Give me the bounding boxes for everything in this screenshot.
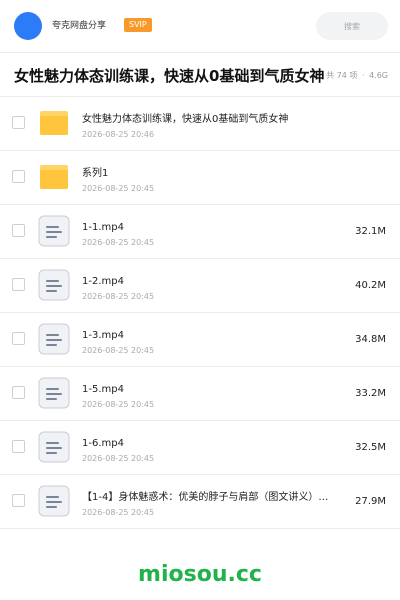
file-name: 女性魅力体态训练课，快速从0基础到气质女神 bbox=[82, 114, 289, 125]
file-name: 1-3.mp4 bbox=[82, 330, 124, 341]
file-name: 1-5.mp4 bbox=[82, 384, 124, 395]
total-size: 4.6G bbox=[369, 71, 388, 80]
folder-icon bbox=[38, 161, 70, 193]
folder-row[interactable]: 女性魅力体态训练课，快速从0基础到气质女神 2026-08-25 20:46 bbox=[0, 97, 400, 151]
row-checkbox[interactable] bbox=[12, 494, 25, 507]
file-row[interactable]: 1-1.mp4 2026-08-25 20:45 32.1M bbox=[0, 205, 400, 259]
document-icon bbox=[38, 215, 70, 247]
file-row[interactable]: 1-3.mp4 2026-08-25 20:45 34.8M bbox=[0, 313, 400, 367]
document-icon bbox=[38, 485, 70, 517]
avatar[interactable] bbox=[14, 12, 42, 40]
file-name: 1-1.mp4 bbox=[82, 222, 124, 233]
row-checkbox[interactable] bbox=[12, 116, 25, 129]
row-checkbox[interactable] bbox=[12, 278, 25, 291]
file-size: 33.2M bbox=[355, 388, 386, 399]
file-size: 34.8M bbox=[355, 334, 386, 345]
file-size: 27.9M bbox=[355, 496, 386, 507]
folder-icon bbox=[38, 107, 70, 139]
file-date: 2026-08-25 20:46 bbox=[82, 130, 155, 139]
file-date: 2026-08-25 20:45 bbox=[82, 400, 155, 409]
file-size: 40.2M bbox=[355, 280, 386, 291]
watermark: miosou.cc bbox=[138, 562, 262, 587]
document-icon bbox=[38, 269, 70, 301]
file-date: 2026-08-25 20:45 bbox=[82, 184, 155, 193]
row-checkbox[interactable] bbox=[12, 170, 25, 183]
file-name: 1-2.mp4 bbox=[82, 276, 124, 287]
folder-row[interactable]: 系列1 2026-08-25 20:45 bbox=[0, 151, 400, 205]
folder-title-bar: 女性魅力体态训练课，快速从0基础到气质女神 共 74 项 · 4.6G bbox=[0, 53, 400, 97]
file-date: 2026-08-25 20:45 bbox=[82, 454, 155, 463]
file-name: 1-6.mp4 bbox=[82, 438, 124, 449]
document-icon bbox=[38, 323, 70, 355]
share-header: 夸克网盘分享 SVIP bbox=[0, 0, 400, 52]
document-icon bbox=[38, 431, 70, 463]
file-row[interactable]: 1-6.mp4 2026-08-25 20:45 32.5M bbox=[0, 421, 400, 475]
search-input[interactable] bbox=[316, 12, 388, 40]
file-size: 32.1M bbox=[355, 226, 386, 237]
file-date: 2026-08-25 20:45 bbox=[82, 508, 155, 517]
file-row[interactable]: 【1-4】身体魅惑术：优美的脖子与肩部（图文讲义）… 2026-08-25 20:… bbox=[0, 475, 400, 529]
file-row[interactable]: 1-5.mp4 2026-08-25 20:45 33.2M bbox=[0, 367, 400, 421]
folder-stats: 共 74 项 · 4.6G bbox=[324, 70, 388, 82]
file-row[interactable]: 1-2.mp4 2026-08-25 20:45 40.2M bbox=[0, 259, 400, 313]
file-date: 2026-08-25 20:45 bbox=[82, 346, 155, 355]
file-name: 系列1 bbox=[82, 168, 109, 179]
row-checkbox[interactable] bbox=[12, 386, 25, 399]
row-checkbox[interactable] bbox=[12, 440, 25, 453]
share-owner-name: 夸克网盘分享 bbox=[52, 21, 107, 31]
item-count: 共 74 项 bbox=[326, 71, 358, 80]
row-checkbox[interactable] bbox=[12, 224, 25, 237]
row-checkbox[interactable] bbox=[12, 332, 25, 345]
file-date: 2026-08-25 20:45 bbox=[82, 238, 155, 247]
file-name: 【1-4】身体魅惑术：优美的脖子与肩部（图文讲义）… bbox=[82, 492, 329, 503]
file-list: 女性魅力体态训练课，快速从0基础到气质女神 2026-08-25 20:46 系列1… bbox=[0, 97, 400, 529]
stats-separator: · bbox=[361, 71, 365, 80]
file-date: 2026-08-25 20:45 bbox=[82, 292, 155, 301]
file-size: 32.5M bbox=[355, 442, 386, 453]
page-title: 女性魅力体态训练课，快速从0基础到气质女神 bbox=[14, 67, 325, 85]
svip-badge: SVIP bbox=[124, 18, 152, 32]
document-icon bbox=[38, 377, 70, 409]
